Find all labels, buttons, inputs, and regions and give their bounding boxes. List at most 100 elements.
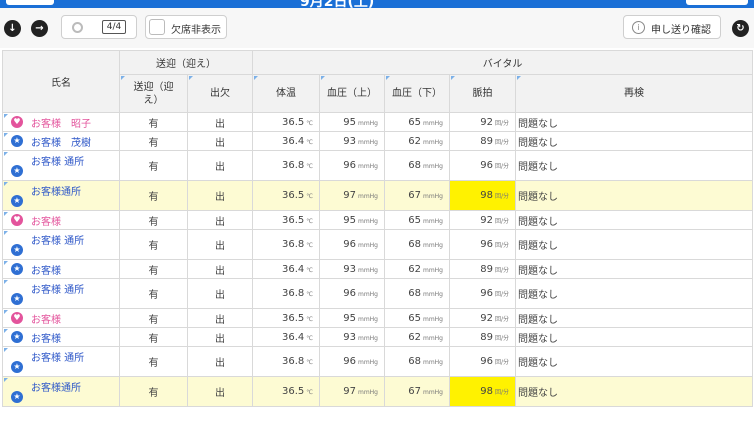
cell-pickup[interactable]: 有	[119, 259, 188, 279]
refresh-icon[interactable]: ↻	[732, 20, 749, 37]
cell-name[interactable]: ★ お客様	[2, 259, 120, 279]
cell-attendance[interactable]: 出	[187, 112, 253, 132]
cell-name[interactable]: ★ お客様	[2, 327, 120, 347]
back-button[interactable]	[6, 0, 54, 5]
cell-pickup[interactable]: 有	[119, 131, 188, 151]
cell-bp-low[interactable]: 67 mmHg	[384, 376, 450, 407]
search-icon[interactable]	[72, 22, 83, 33]
cell-pickup[interactable]: 有	[119, 112, 188, 132]
cell-recheck[interactable]: 問題なし	[514, 131, 754, 151]
cell-name[interactable]: ♥ お客様	[2, 210, 120, 230]
cell-pickup[interactable]: 有	[119, 210, 188, 230]
cell-temp[interactable]: 36.8 ℃	[252, 278, 320, 309]
cell-name[interactable]: ★ お客様 通所	[2, 278, 120, 309]
handover-confirm-button[interactable]: i 申し送り確認	[623, 15, 721, 39]
cell-attendance[interactable]: 出	[187, 346, 253, 377]
cell-name[interactable]: ★ お客様通所	[2, 180, 120, 211]
cell-name[interactable]: ♥ お客様	[2, 308, 120, 328]
col-header-bp-high[interactable]: 血圧（上）	[319, 74, 385, 113]
cell-recheck[interactable]: 問題なし	[514, 210, 754, 230]
cell-recheck[interactable]: 問題なし	[514, 150, 754, 181]
cell-temp[interactable]: 36.5 ℃	[252, 180, 320, 211]
arrow-right-circle-icon[interactable]: →	[31, 20, 48, 37]
cell-bp-low[interactable]: 67 mmHg	[384, 180, 450, 211]
hide-absent-toggle[interactable]: 欠席非表示	[145, 15, 227, 39]
cell-recheck[interactable]: 問題なし	[514, 259, 754, 279]
col-header-bp-low[interactable]: 血圧（下）	[384, 74, 450, 113]
cell-recheck[interactable]: 問題なし	[514, 346, 754, 377]
cell-bp-low[interactable]: 68 mmHg	[384, 229, 450, 260]
cell-name[interactable]: ★ お客様 通所	[2, 150, 120, 181]
cell-bp-high[interactable]: 97 mmHg	[319, 180, 385, 211]
table-row[interactable]: ♥ お客様 昭子有出 36.5 ℃ 95 mmHg 65 mmHg 92 回/分 問題なし	[2, 112, 754, 132]
cell-pickup[interactable]: 有	[119, 327, 188, 347]
col-header-pulse[interactable]: 脈拍	[449, 74, 516, 113]
col-header-pickup[interactable]: 送迎（迎え）	[119, 74, 188, 113]
table-row[interactable]: ★ お客様有出 36.4 ℃ 93 mmHg 62 mmHg 89 回/分 問題なし	[2, 259, 754, 279]
col-header-temp[interactable]: 体温	[252, 74, 320, 113]
cell-bp-low[interactable]: 68 mmHg	[384, 150, 450, 181]
cell-bp-high[interactable]: 97 mmHg	[319, 376, 385, 407]
cell-pulse[interactable]: 96 回/分	[449, 150, 516, 181]
cell-temp[interactable]: 36.5 ℃	[252, 308, 320, 328]
cell-pulse[interactable]: 98 回/分	[449, 180, 516, 211]
cell-temp[interactable]: 36.5 ℃	[252, 112, 320, 132]
cell-temp[interactable]: 36.4 ℃	[252, 131, 320, 151]
cell-recheck[interactable]: 問題なし	[514, 308, 754, 328]
customer-name[interactable]: お客様 茂樹	[31, 134, 91, 149]
cell-recheck[interactable]: 問題なし	[514, 112, 754, 132]
customer-name[interactable]: お客様通所	[31, 379, 81, 394]
cell-pickup[interactable]: 有	[119, 376, 188, 407]
cell-bp-high[interactable]: 96 mmHg	[319, 150, 385, 181]
customer-name[interactable]: お客様	[31, 311, 61, 326]
cell-attendance[interactable]: 出	[187, 229, 253, 260]
cell-name[interactable]: ♥ お客様 昭子	[2, 112, 120, 132]
cell-temp[interactable]: 36.8 ℃	[252, 229, 320, 260]
customer-name[interactable]: お客様 通所	[31, 232, 84, 247]
cell-bp-low[interactable]: 62 mmHg	[384, 259, 450, 279]
cell-pulse[interactable]: 92 回/分	[449, 308, 516, 328]
cell-temp[interactable]: 36.5 ℃	[252, 210, 320, 230]
table-row[interactable]: ♥ お客様有出 36.5 ℃ 95 mmHg 65 mmHg 92 回/分 問題なし	[2, 210, 754, 230]
cell-bp-high[interactable]: 95 mmHg	[319, 112, 385, 132]
col-header-recheck[interactable]: 再検	[514, 74, 754, 113]
cell-name[interactable]: ★ お客様 通所	[2, 346, 120, 377]
cell-bp-low[interactable]: 68 mmHg	[384, 346, 450, 377]
cell-bp-low[interactable]: 65 mmHg	[384, 308, 450, 328]
table-row[interactable]: ★ お客様 通所有出 36.8 ℃ 96 mmHg 68 mmHg 96 回/分 問題なし	[2, 346, 754, 377]
cell-pulse[interactable]: 89 回/分	[449, 327, 516, 347]
table-row[interactable]: ★ お客様 茂樹有出 36.4 ℃ 93 mmHg 62 mmHg 89 回/分 問題なし	[2, 131, 754, 151]
table-row[interactable]: ★ お客様 通所有出 36.8 ℃ 96 mmHg 68 mmHg 96 回/分 問題なし	[2, 150, 754, 181]
cell-pickup[interactable]: 有	[119, 229, 188, 260]
customer-name[interactable]: お客様 通所	[31, 153, 84, 168]
cell-attendance[interactable]: 出	[187, 131, 253, 151]
cell-attendance[interactable]: 出	[187, 327, 253, 347]
cell-recheck[interactable]: 問題なし	[514, 229, 754, 260]
cell-bp-low[interactable]: 65 mmHg	[384, 112, 450, 132]
cell-pulse[interactable]: 92 回/分	[449, 112, 516, 132]
cell-bp-high[interactable]: 95 mmHg	[319, 210, 385, 230]
cell-temp[interactable]: 36.8 ℃	[252, 346, 320, 377]
cell-pickup[interactable]: 有	[119, 346, 188, 377]
cell-pulse[interactable]: 89 回/分	[449, 131, 516, 151]
cell-pulse[interactable]: 89 回/分	[449, 259, 516, 279]
table-row[interactable]: ♥ お客様有出 36.5 ℃ 95 mmHg 65 mmHg 92 回/分 問題なし	[2, 308, 754, 328]
col-header-attendance[interactable]: 出欠	[187, 74, 253, 113]
cell-temp[interactable]: 36.8 ℃	[252, 150, 320, 181]
cell-pulse[interactable]: 92 回/分	[449, 210, 516, 230]
cell-attendance[interactable]: 出	[187, 210, 253, 230]
customer-name[interactable]: お客様 昭子	[31, 115, 91, 130]
cell-bp-high[interactable]: 93 mmHg	[319, 259, 385, 279]
cell-bp-high[interactable]: 93 mmHg	[319, 327, 385, 347]
cell-bp-high[interactable]: 96 mmHg	[319, 278, 385, 309]
menu-button[interactable]	[686, 0, 748, 5]
cell-pulse[interactable]: 96 回/分	[449, 278, 516, 309]
cell-attendance[interactable]: 出	[187, 376, 253, 407]
cell-attendance[interactable]: 出	[187, 180, 253, 211]
cell-pickup[interactable]: 有	[119, 180, 188, 211]
cell-name[interactable]: ★ お客様 通所	[2, 229, 120, 260]
cell-temp[interactable]: 36.4 ℃	[252, 259, 320, 279]
customer-name[interactable]: お客様 通所	[31, 281, 84, 296]
cell-recheck[interactable]: 問題なし	[514, 180, 754, 211]
cell-bp-low[interactable]: 62 mmHg	[384, 327, 450, 347]
